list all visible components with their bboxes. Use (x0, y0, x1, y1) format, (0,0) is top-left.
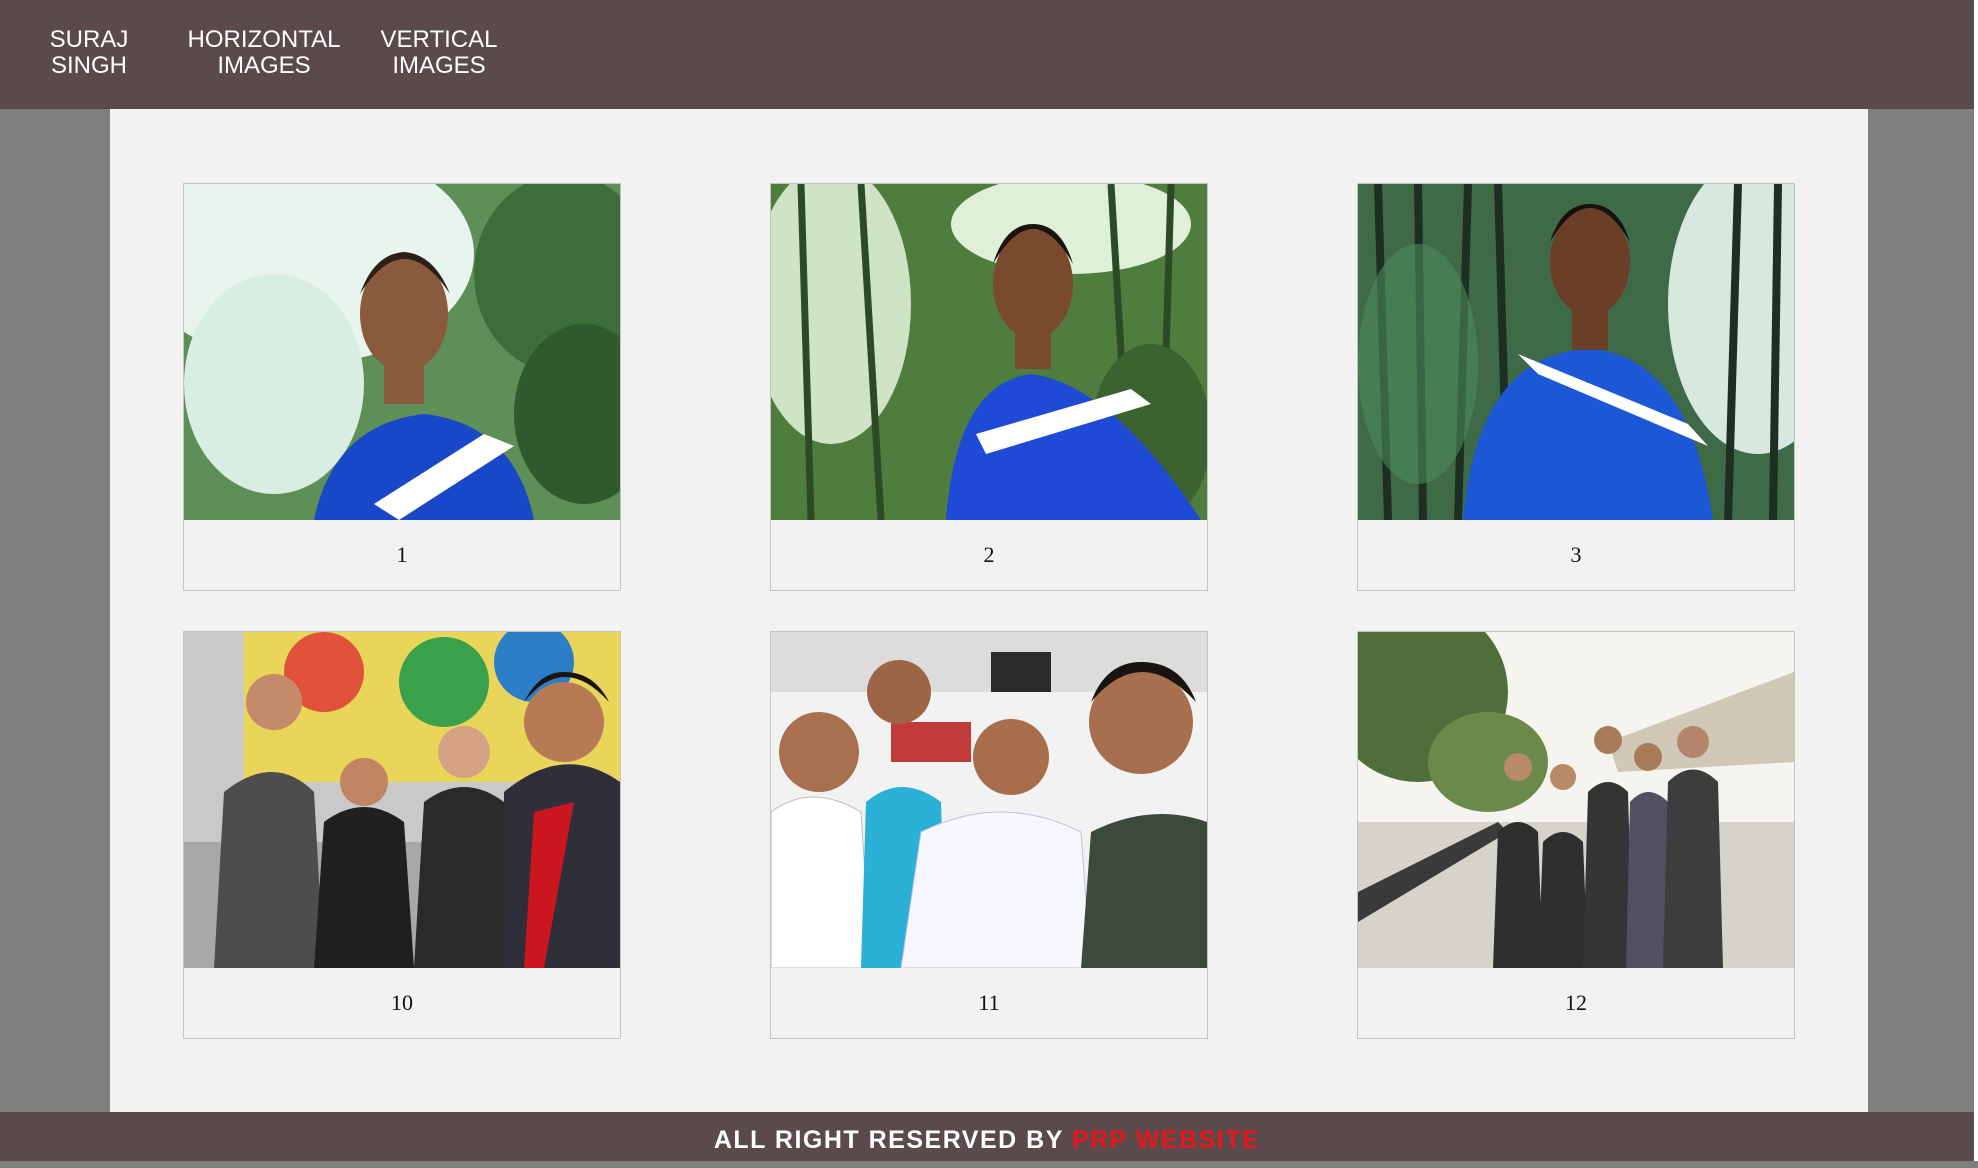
top-navigation-bar: SURAJ SINGH HORIZONTAL IMAGES VERTICAL I… (0, 0, 1974, 109)
gallery-photo[interactable] (771, 184, 1207, 520)
gallery-card[interactable]: 1 (183, 183, 621, 591)
gallery-photo[interactable] (1358, 632, 1794, 968)
gallery-card[interactable]: 11 (770, 631, 1208, 1039)
window-edge (1974, 0, 1978, 1161)
photo-caption: 1 (396, 542, 408, 567)
nav-horizontal-images-link[interactable]: HORIZONTAL IMAGES (186, 27, 342, 79)
gallery-card[interactable]: 2 (770, 183, 1208, 591)
gallery-photo[interactable] (1358, 184, 1794, 520)
photo-caption: 3 (1570, 542, 1582, 567)
photo-caption: 11 (978, 990, 1000, 1015)
photo-caption: 12 (1565, 990, 1587, 1015)
gallery-card[interactable]: 12 (1357, 631, 1795, 1039)
footer: ALL RIGHT RESERVED BY PRP WEBSITE (0, 1112, 1974, 1161)
nav-vertical-images-link[interactable]: VERTICAL IMAGES (376, 27, 502, 79)
gallery-container: 1 2 3 10 11 12 (110, 109, 1868, 1112)
gallery-photo[interactable] (771, 632, 1207, 968)
gallery-photo[interactable] (184, 184, 620, 520)
gallery-photo[interactable] (184, 632, 620, 968)
nav-home-link[interactable]: SURAJ SINGH (44, 27, 134, 79)
gallery-card[interactable]: 10 (183, 631, 621, 1039)
photo-caption: 10 (391, 990, 413, 1015)
photo-caption: 2 (983, 542, 995, 567)
footer-brand-link[interactable]: PRP WEBSITE (1072, 1126, 1260, 1154)
footer-text: ALL RIGHT RESERVED BY (713, 1126, 1072, 1154)
gallery-card[interactable]: 3 (1357, 183, 1795, 591)
